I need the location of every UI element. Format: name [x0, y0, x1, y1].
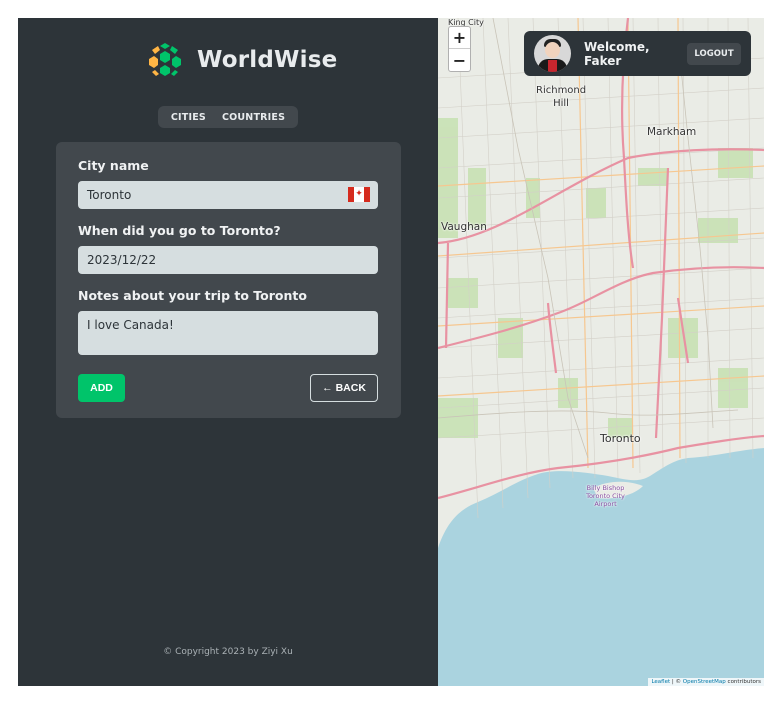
form-buttons: ADD ← BACK: [78, 374, 378, 402]
map-label-vaughan: Vaughan: [441, 221, 487, 233]
app-name: WorldWise: [197, 47, 338, 73]
map-label-airport: Billy Bishop Toronto City Airport: [586, 484, 625, 508]
canada-flag-icon: ✦: [348, 187, 370, 202]
city-field: City name Toronto ✦: [78, 158, 379, 209]
app-nav: CITIES COUNTRIES: [158, 106, 298, 128]
notes-field: Notes about your trip to Toronto I love …: [78, 288, 379, 355]
map-view[interactable]: King City Richmond Hill Markham Vaughan …: [438, 18, 764, 686]
back-button-label: BACK: [335, 382, 366, 394]
back-button[interactable]: ← BACK: [310, 374, 378, 402]
avatar: [534, 35, 571, 72]
zoom-control: + −: [448, 26, 471, 72]
user-panel: Welcome, Faker LOGOUT: [524, 31, 751, 76]
arrow-left-icon: ←: [322, 382, 333, 394]
map-tiles: [438, 18, 764, 686]
copyright-footer: © Copyright 2023 by Ziyi Xu: [163, 647, 293, 657]
leaflet-link[interactable]: Leaflet: [651, 679, 670, 685]
notes-label: Notes about your trip to Toronto: [78, 288, 307, 303]
notes-textarea[interactable]: I love Canada!: [78, 311, 378, 355]
date-field: When did you go to Toronto? 2023/12/22: [78, 223, 379, 274]
app-container: WorldWise CITIES COUNTRIES City name Tor…: [18, 18, 764, 686]
map-label-richmond-hill: Richmond Hill: [536, 85, 587, 109]
nav-countries-link[interactable]: COUNTRIES: [222, 112, 285, 123]
osm-link[interactable]: OpenStreetMap: [683, 679, 726, 685]
date-label: When did you go to Toronto?: [78, 223, 281, 238]
nav-cities-link[interactable]: CITIES: [171, 112, 206, 123]
logout-button[interactable]: LOGOUT: [687, 42, 741, 65]
city-label: City name: [78, 158, 149, 173]
logo[interactable]: WorldWise: [145, 40, 337, 80]
zoom-in-button[interactable]: +: [449, 27, 470, 49]
globe-logo-icon: [146, 41, 184, 79]
add-city-form: City name Toronto ✦ When did you go to T…: [56, 142, 401, 418]
welcome-text: Welcome, Faker: [584, 39, 650, 68]
zoom-out-button[interactable]: −: [449, 49, 470, 71]
sidebar: WorldWise CITIES COUNTRIES City name Tor…: [18, 18, 438, 686]
map-label-markham: Markham: [647, 126, 697, 138]
date-input[interactable]: 2023/12/22: [78, 246, 378, 274]
add-button[interactable]: ADD: [78, 374, 125, 402]
map-label-toronto: Toronto: [600, 432, 641, 445]
city-input[interactable]: Toronto: [78, 181, 378, 209]
map-attribution: Leaflet | © OpenStreetMap contributors: [648, 678, 764, 686]
